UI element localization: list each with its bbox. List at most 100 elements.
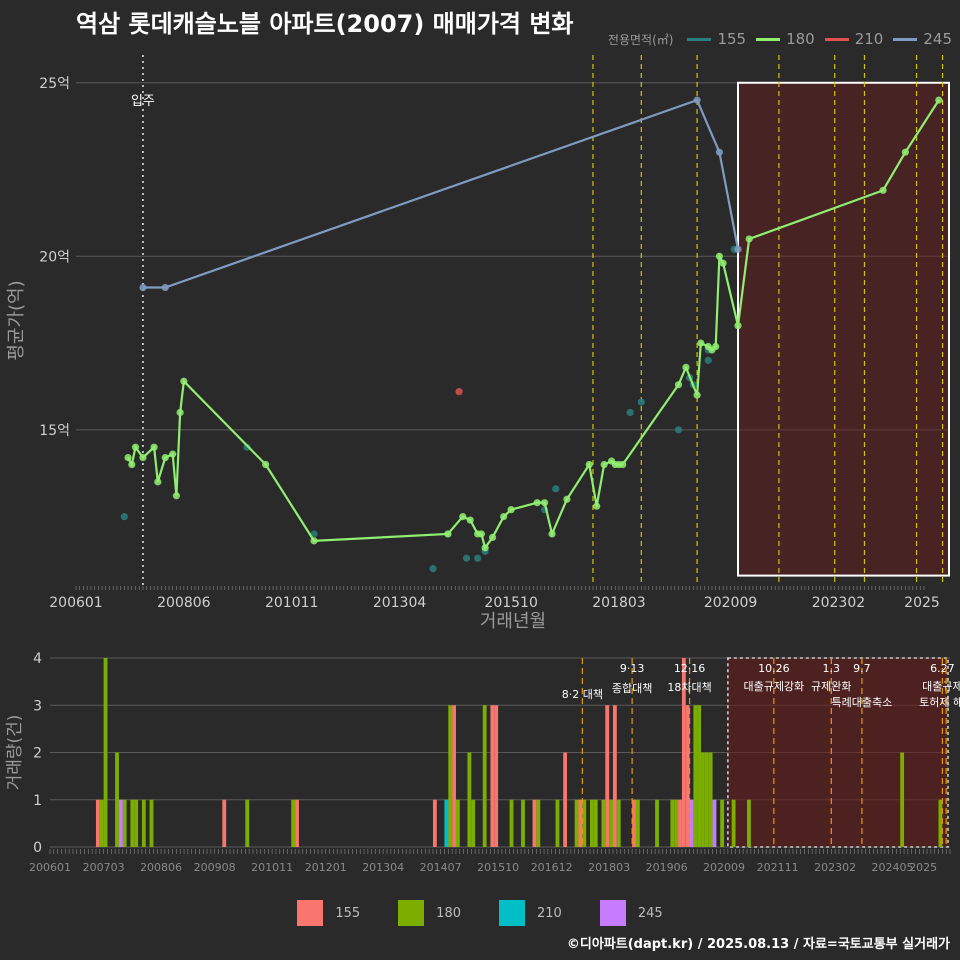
bar-180 <box>747 799 751 847</box>
bar-155 <box>494 705 499 847</box>
policy-date-label: 9·13 <box>620 662 645 675</box>
bar-x-tick-label: 201510 <box>477 861 519 874</box>
point-180 <box>693 391 701 399</box>
point-180 <box>459 512 467 521</box>
policy-event-label: 종합대책 <box>612 682 652 695</box>
source-credit: ©디아파트(dapt.kr) / 2025.08.13 / 자료=국토교통부 실… <box>566 937 950 952</box>
bar-x-tick-label: 2025 <box>909 861 937 874</box>
point-180 <box>466 516 474 524</box>
bar-180 <box>693 705 698 847</box>
point-180 <box>548 530 556 538</box>
volume-bar-chart: 0 1 2 3 4 8·2 대책 9·13 종합대책 12·16 18차대책 10.26 대출규제강화… <box>5 651 960 874</box>
bar-155 <box>612 705 617 847</box>
bar-y-axis-title: 거래량(건) <box>5 715 25 791</box>
policy-event-label: 규제완화 <box>811 680 851 693</box>
x-tick-label: 200806 <box>157 595 211 611</box>
bar-180 <box>467 752 472 847</box>
point-180 <box>124 453 132 462</box>
point-180 <box>477 530 485 538</box>
policy-date-label: 6.27 <box>930 662 955 675</box>
bar-155 <box>452 705 456 847</box>
bar-y-tick-label: 2 <box>33 746 42 762</box>
bar-180 <box>291 799 296 847</box>
bar-180 <box>115 752 119 847</box>
bar-legend-label-180: 180 <box>436 905 461 921</box>
point-180 <box>172 492 181 500</box>
x-tick-label: 200601 <box>49 595 102 611</box>
bar-180 <box>130 799 135 847</box>
point-155 <box>462 554 471 562</box>
point-245 <box>715 148 724 156</box>
x-tick-label: 202302 <box>812 595 865 611</box>
bar-180 <box>731 799 736 847</box>
bar-245 <box>712 799 717 847</box>
point-245 <box>161 283 169 292</box>
x-tick-label: 202009 <box>704 595 757 611</box>
series-line-245 <box>142 98 740 289</box>
policy-date-label: 12·16 <box>674 662 706 675</box>
chart-root: 역삼 롯데캐슬노블 아파트(2007) 매매가격 변화 전용면적(㎡) 155 … <box>0 0 960 960</box>
bar-x-tick-label: 201304 <box>362 861 404 874</box>
bar-180 <box>609 799 613 847</box>
point-180 <box>719 259 727 267</box>
bar-180 <box>99 799 104 847</box>
bar-y-tick-label: 3 <box>33 698 42 714</box>
point-155 <box>704 356 712 365</box>
point-180 <box>176 408 184 417</box>
point-155 <box>474 554 482 562</box>
bar-155 <box>222 799 227 847</box>
bar-x-tick-label: 200908 <box>194 861 236 874</box>
point-180 <box>488 533 497 542</box>
point-180 <box>619 460 627 469</box>
policy-event-label: 토허제 해제 <box>919 695 960 709</box>
bar-legend-item-245: 245 <box>599 900 663 926</box>
policy-date-label: 10.26 <box>758 662 790 675</box>
policy-event-label: 특례대출축소 <box>832 696 893 709</box>
bar-180 <box>635 799 640 847</box>
bar-y-tick-label: 1 <box>33 793 42 809</box>
policy-date-label: 1.3 <box>823 662 841 675</box>
point-180 <box>541 499 549 507</box>
x-tick-label: 2025 <box>904 595 940 611</box>
bar-x-tick-label: 201011 <box>251 861 293 874</box>
point-155 <box>429 565 437 573</box>
point-180 <box>533 499 541 507</box>
bar-180 <box>601 799 606 847</box>
bar-155 <box>563 752 568 847</box>
bar-legend-swatch-155 <box>297 900 324 926</box>
bar-155 <box>605 705 610 847</box>
bar-180 <box>701 752 705 847</box>
point-180 <box>444 530 452 538</box>
point-180 <box>734 322 742 330</box>
bar-180 <box>574 799 579 847</box>
x-axis-title: 거래년월 <box>480 611 546 632</box>
policy-event-label: 18차대책 <box>667 681 711 694</box>
point-180 <box>879 186 887 194</box>
point-180 <box>585 460 593 469</box>
point-245 <box>734 245 742 253</box>
bar-180 <box>616 799 621 847</box>
point-210 <box>455 388 463 396</box>
point-155 <box>120 512 128 521</box>
bar-legend-item-210: 210 <box>499 900 562 926</box>
bar-180 <box>655 799 659 847</box>
point-180 <box>674 381 683 389</box>
point-180 <box>593 502 601 510</box>
bar-180 <box>455 799 460 847</box>
point-245 <box>139 283 147 292</box>
price-line-chart: 15억 20억 25억입주 200601 200806 201011 201304 20151… <box>6 55 950 632</box>
bar-155 <box>95 799 100 847</box>
point-180 <box>682 363 690 371</box>
point-180 <box>128 460 136 469</box>
bar-x-tick-label: 201407 <box>420 861 462 874</box>
policy-event-label: 8·2 대책 <box>562 688 603 701</box>
bar-x-tick-label: 200703 <box>83 861 125 874</box>
point-155 <box>674 426 683 434</box>
bar-180 <box>509 799 514 847</box>
bar-legend-label-245: 245 <box>637 905 663 921</box>
bar-180 <box>536 799 541 847</box>
bar-155 <box>490 705 495 847</box>
point-180 <box>745 235 753 243</box>
bar-x-tick-label: 200601 <box>29 861 71 874</box>
point-180 <box>935 96 943 104</box>
